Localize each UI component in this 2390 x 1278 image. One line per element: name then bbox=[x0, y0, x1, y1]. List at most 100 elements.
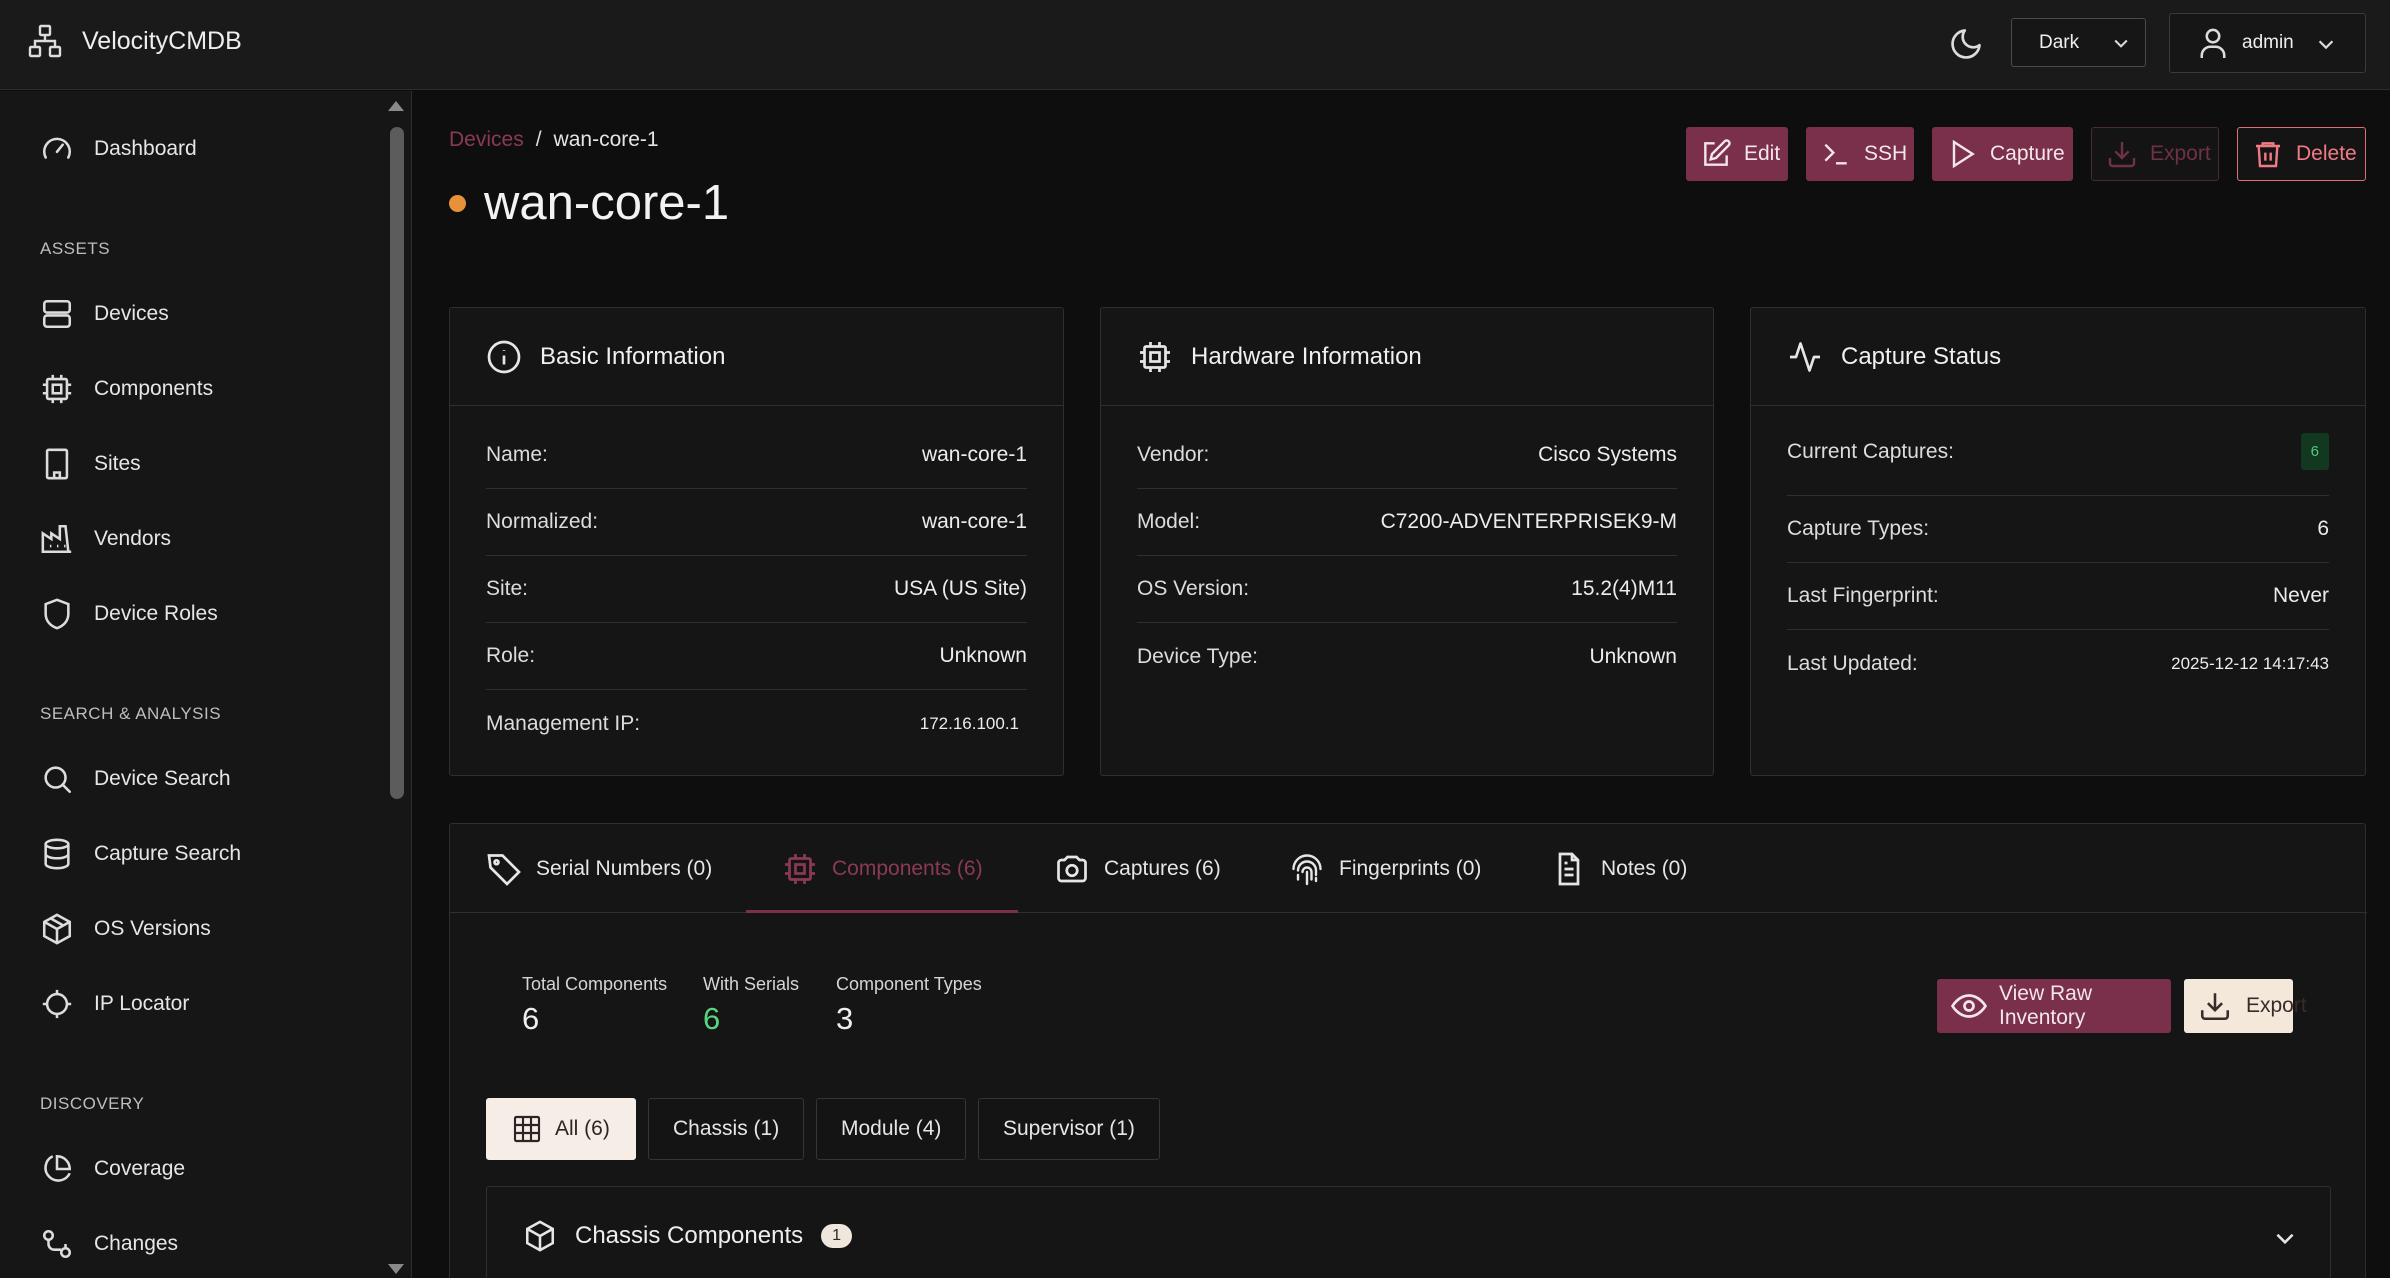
view-raw-inventory-button[interactable]: View Raw Inventory bbox=[1937, 979, 2171, 1033]
sidebar-item-label: OS Versions bbox=[94, 917, 211, 940]
card-header: Basic Information bbox=[450, 308, 1063, 406]
row-label: Device Type: bbox=[1137, 644, 1259, 668]
card-header: Hardware Information bbox=[1101, 308, 1713, 406]
info-row: Normalized: wan-core-1 bbox=[486, 489, 1027, 556]
row-label: OS Version: bbox=[1137, 577, 1250, 600]
chevron-down-icon bbox=[2111, 33, 2131, 53]
package-icon bbox=[40, 912, 74, 946]
database-icon bbox=[40, 837, 74, 871]
sidebar-item-devices[interactable]: Devices bbox=[40, 294, 169, 334]
info-row: Last Updated: 2025-12-12 14:17:43 bbox=[1787, 630, 2329, 697]
tab-fingerprints[interactable]: Fingerprints (0) bbox=[1289, 824, 1481, 913]
capture-button-label: Capture bbox=[1990, 142, 2065, 165]
filter-chassis[interactable]: Chassis (1) bbox=[648, 1098, 805, 1160]
components-export-button[interactable]: Export bbox=[2184, 979, 2307, 1033]
edit-button[interactable]: Edit bbox=[1686, 127, 1788, 181]
sidebar-item-capture-search[interactable]: Capture Search bbox=[40, 834, 241, 874]
tab-label: Fingerprints (0) bbox=[1339, 856, 1482, 880]
chip-icon bbox=[40, 372, 74, 406]
info-row: Capture Types: 6 bbox=[1787, 496, 2329, 563]
chassis-components-accordion[interactable]: Chassis Components 1 bbox=[486, 1186, 2331, 1278]
info-row: Current Captures: 6 bbox=[1787, 408, 2329, 496]
search-icon bbox=[40, 762, 74, 796]
row-label: Management IP: bbox=[486, 711, 641, 735]
sidebar-item-coverage[interactable]: Coverage bbox=[40, 1149, 185, 1189]
scroll-up-arrow[interactable] bbox=[388, 101, 404, 111]
tag-icon bbox=[486, 851, 522, 887]
filter-all[interactable]: All (6) bbox=[486, 1098, 636, 1160]
row-label: Capture Types: bbox=[1787, 517, 1930, 540]
grid-icon bbox=[511, 1113, 543, 1145]
row-label: Last Fingerprint: bbox=[1787, 584, 1939, 607]
server-icon bbox=[40, 297, 74, 331]
info-row: Last Fingerprint: Never bbox=[1787, 563, 2329, 630]
sidebar-item-changes[interactable]: Changes bbox=[40, 1224, 178, 1264]
play-icon bbox=[1946, 138, 1978, 170]
breadcrumb-devices-link[interactable]: Devices bbox=[449, 128, 524, 152]
sidebar-item-label: Changes bbox=[94, 1232, 179, 1255]
count-badge: 1 bbox=[821, 1224, 853, 1248]
sidebar-item-label: Vendors bbox=[94, 527, 172, 550]
capture-button[interactable]: Capture bbox=[1932, 127, 2073, 181]
row-value: Cisco Systems bbox=[1538, 443, 1677, 466]
sidebar-item-device-search[interactable]: Device Search bbox=[40, 759, 231, 799]
sidebar-item-label: Sites bbox=[94, 452, 141, 475]
delete-button[interactable]: Delete bbox=[2237, 127, 2366, 181]
accordion-title: Chassis Components bbox=[575, 1222, 804, 1249]
info-row: Management IP: 172.16.100.1 bbox=[486, 690, 1027, 757]
tab-components[interactable]: Components (6) bbox=[782, 824, 983, 913]
sidebar-item-dashboard[interactable]: Dashboard bbox=[40, 129, 197, 169]
filter-module[interactable]: Module (4) bbox=[816, 1098, 967, 1160]
eye-icon bbox=[1951, 988, 1987, 1024]
info-row: Site: USA (US Site) bbox=[486, 556, 1027, 623]
theme-select[interactable]: Dark bbox=[2011, 18, 2146, 67]
tab-label: Components (6) bbox=[832, 856, 983, 880]
export-button[interactable]: Export bbox=[2091, 127, 2219, 181]
chevron-down-icon[interactable] bbox=[2272, 1225, 2298, 1251]
accordion-header: Chassis Components 1 bbox=[523, 1219, 853, 1253]
row-label: Role: bbox=[486, 644, 536, 667]
tab-serial-numbers[interactable]: Serial Numbers (0) bbox=[486, 824, 712, 913]
brand[interactable]: VelocityCMDB bbox=[28, 24, 242, 58]
page-title: wan-core-1 bbox=[484, 176, 730, 230]
user-icon bbox=[2198, 26, 2228, 60]
sidebar-item-label: IP Locator bbox=[94, 992, 190, 1015]
row-value: wan-core-1 bbox=[921, 443, 1027, 466]
management-ip-value: 172.16.100.1 bbox=[919, 713, 1019, 733]
tab-notes[interactable]: Notes (0) bbox=[1551, 824, 1687, 913]
user-menu[interactable]: admin bbox=[2169, 13, 2366, 73]
status-dot bbox=[449, 194, 466, 212]
row-value: C7200-ADVENTERPRISEK9-M bbox=[1380, 510, 1677, 533]
pie-chart-icon bbox=[40, 1152, 74, 1186]
row-value: 6 bbox=[2317, 517, 2329, 540]
download-icon bbox=[2198, 989, 2232, 1023]
export-label: Export bbox=[2246, 994, 2307, 1017]
filter-label: Supervisor (1) bbox=[1003, 1117, 1135, 1140]
export-button-label: Export bbox=[2150, 142, 2211, 165]
card-title: Hardware Information bbox=[1191, 342, 1422, 370]
ssh-button[interactable]: SSH bbox=[1806, 127, 1914, 181]
crosshair-icon bbox=[40, 987, 74, 1021]
info-icon bbox=[486, 339, 522, 375]
section-search-analysis: SEARCH & ANALYSIS bbox=[40, 704, 222, 723]
view-raw-label: View Raw Inventory bbox=[1999, 982, 2092, 1029]
active-tab-indicator bbox=[746, 910, 1018, 913]
moon-icon[interactable] bbox=[1948, 26, 1984, 62]
sidebar-item-label: Components bbox=[94, 377, 214, 400]
sidebar-scrollbar[interactable] bbox=[390, 127, 404, 799]
sidebar-item-sites[interactable]: Sites bbox=[40, 444, 141, 484]
row-label: Name: bbox=[486, 443, 548, 466]
filter-supervisor[interactable]: Supervisor (1) bbox=[978, 1098, 1160, 1160]
tab-captures[interactable]: Captures (6) bbox=[1054, 824, 1221, 913]
sidebar-item-label: Devices bbox=[94, 302, 169, 325]
breadcrumb: Devices / wan-core-1 bbox=[449, 128, 659, 152]
sidebar-item-device-roles[interactable]: Device Roles bbox=[40, 594, 218, 634]
brand-name: VelocityCMDB bbox=[82, 26, 242, 55]
tab-bar: Serial Numbers (0) Components (6) Captur… bbox=[450, 824, 2367, 913]
sidebar-item-os-versions[interactable]: OS Versions bbox=[40, 909, 211, 949]
sidebar-item-components[interactable]: Components bbox=[40, 369, 213, 409]
sidebar-item-vendors[interactable]: Vendors bbox=[40, 519, 171, 559]
row-value: 15.2(4)M11 bbox=[1571, 577, 1677, 600]
scroll-down-arrow[interactable] bbox=[388, 1264, 404, 1274]
sidebar-item-ip-locator[interactable]: IP Locator bbox=[40, 984, 189, 1024]
